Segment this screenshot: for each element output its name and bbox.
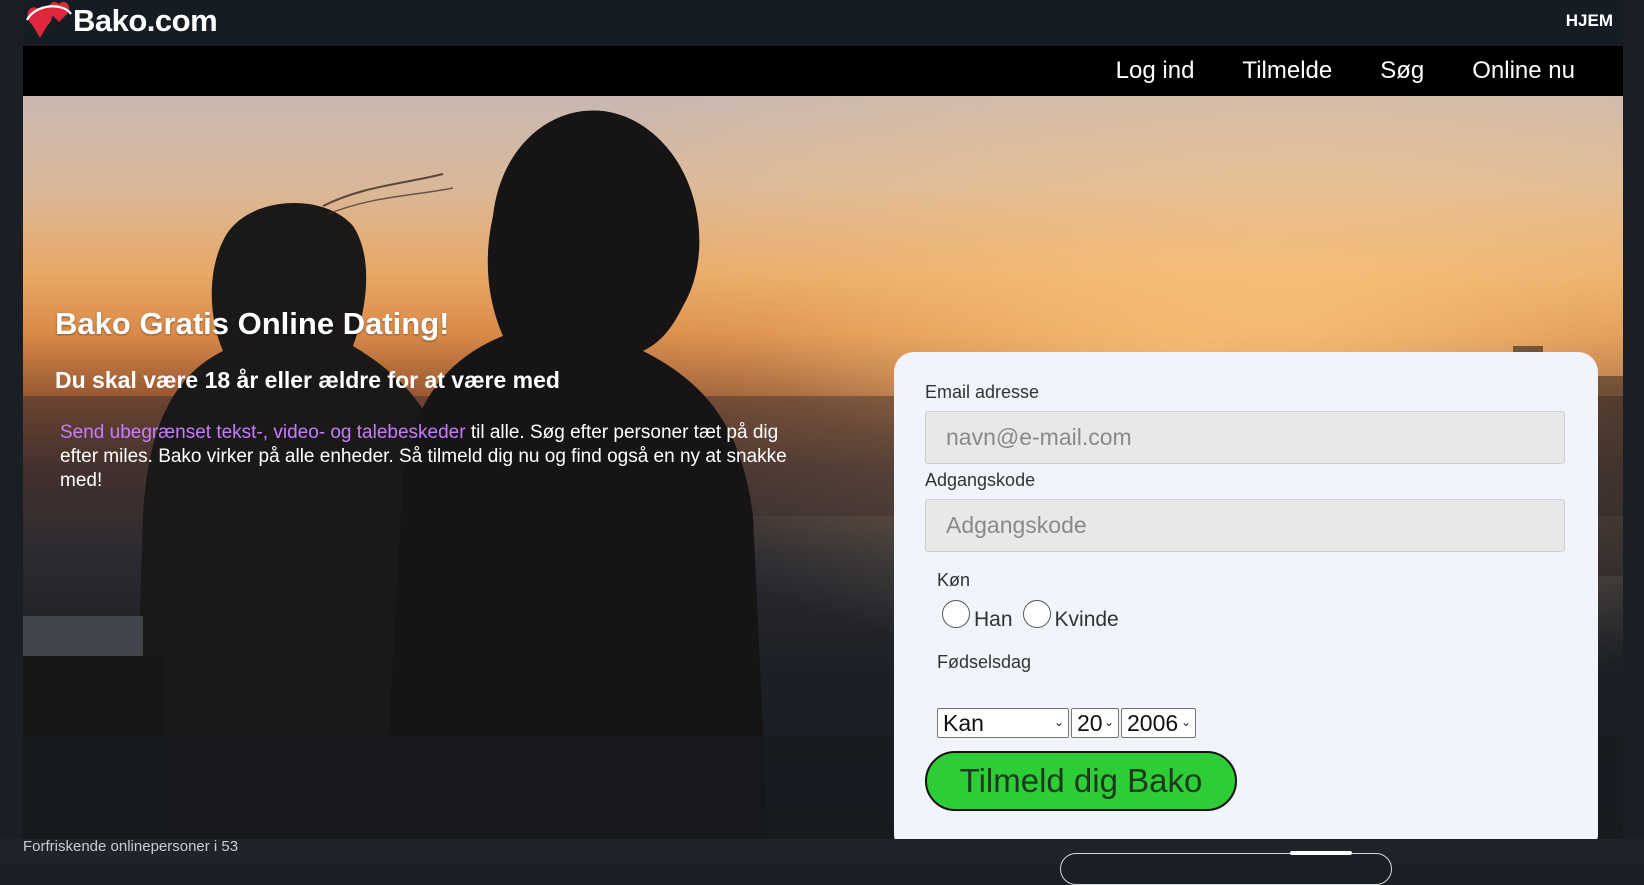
password-label: Adgangskode [925, 470, 1036, 490]
birth-day-value: 20 [1077, 709, 1103, 736]
birth-month-select[interactable]: Kan ⌄ [937, 708, 1069, 738]
birth-year-value: 2006 [1127, 709, 1179, 736]
home-link[interactable]: HJEM [1566, 11, 1613, 31]
gender-female-radio[interactable] [1022, 600, 1051, 628]
gender-label: Køn [937, 570, 971, 590]
birth-month-value: Kan [943, 709, 984, 736]
main-nav: Log ind Tilmelde Søg Online nu [23, 46, 1623, 96]
page-right-margin [1623, 0, 1644, 864]
hero-banner: Bako Gratis Online Dating! Du skal være … [23, 96, 1623, 839]
nav-login[interactable]: Log ind [1092, 46, 1219, 96]
carousel-indicator[interactable] [1290, 851, 1352, 855]
hero-title: Bako Gratis Online Dating! [55, 306, 450, 341]
footer-strip [0, 839, 1644, 864]
birth-day-select[interactable]: 20 ⌄ [1071, 708, 1119, 738]
chevron-down-icon: ⌄ [1180, 715, 1191, 729]
logo-text: Bako.com [73, 3, 218, 38]
hero-description: Send ubegrænset tekst-, video- og talebe… [60, 421, 800, 493]
nav-search[interactable]: Søg [1356, 46, 1448, 96]
email-label: Email adresse [925, 382, 1040, 402]
birth-year-select[interactable]: 2006 ⌄ [1121, 708, 1196, 738]
footer-carousel-frame [1060, 853, 1392, 885]
chevron-down-icon: ⌄ [1053, 715, 1064, 729]
gender-male-label[interactable]: Han [974, 608, 1013, 632]
chevron-down-icon: ⌄ [1103, 715, 1114, 729]
gender-female-label[interactable]: Kvinde [1055, 608, 1119, 632]
signup-submit-button[interactable]: Tilmeld dig Bako [925, 751, 1237, 811]
nav-signup[interactable]: Tilmelde [1218, 46, 1356, 96]
birthday-label: Fødselsdag [937, 652, 1032, 672]
password-field[interactable] [925, 499, 1565, 552]
hero-subtitle: Du skal være 18 år eller ældre for at væ… [55, 367, 560, 393]
gender-male-radio[interactable] [942, 600, 970, 628]
email-field[interactable] [925, 411, 1565, 464]
heart-logo-icon [26, 1, 72, 39]
online-count-text: Forfriskende onlinepersoner i 53 [23, 838, 239, 855]
nav-online-now[interactable]: Online nu [1448, 46, 1623, 96]
signup-form: Email adresse Adgangskode Køn Han Kvinde… [894, 352, 1598, 839]
gender-options: Han Kvinde [942, 600, 1129, 634]
hero-highlight-text: Send ubegrænset tekst-, video- og talebe… [60, 422, 466, 443]
top-bar: Bako.com HJEM [23, 0, 1623, 46]
page-left-margin [0, 0, 23, 864]
